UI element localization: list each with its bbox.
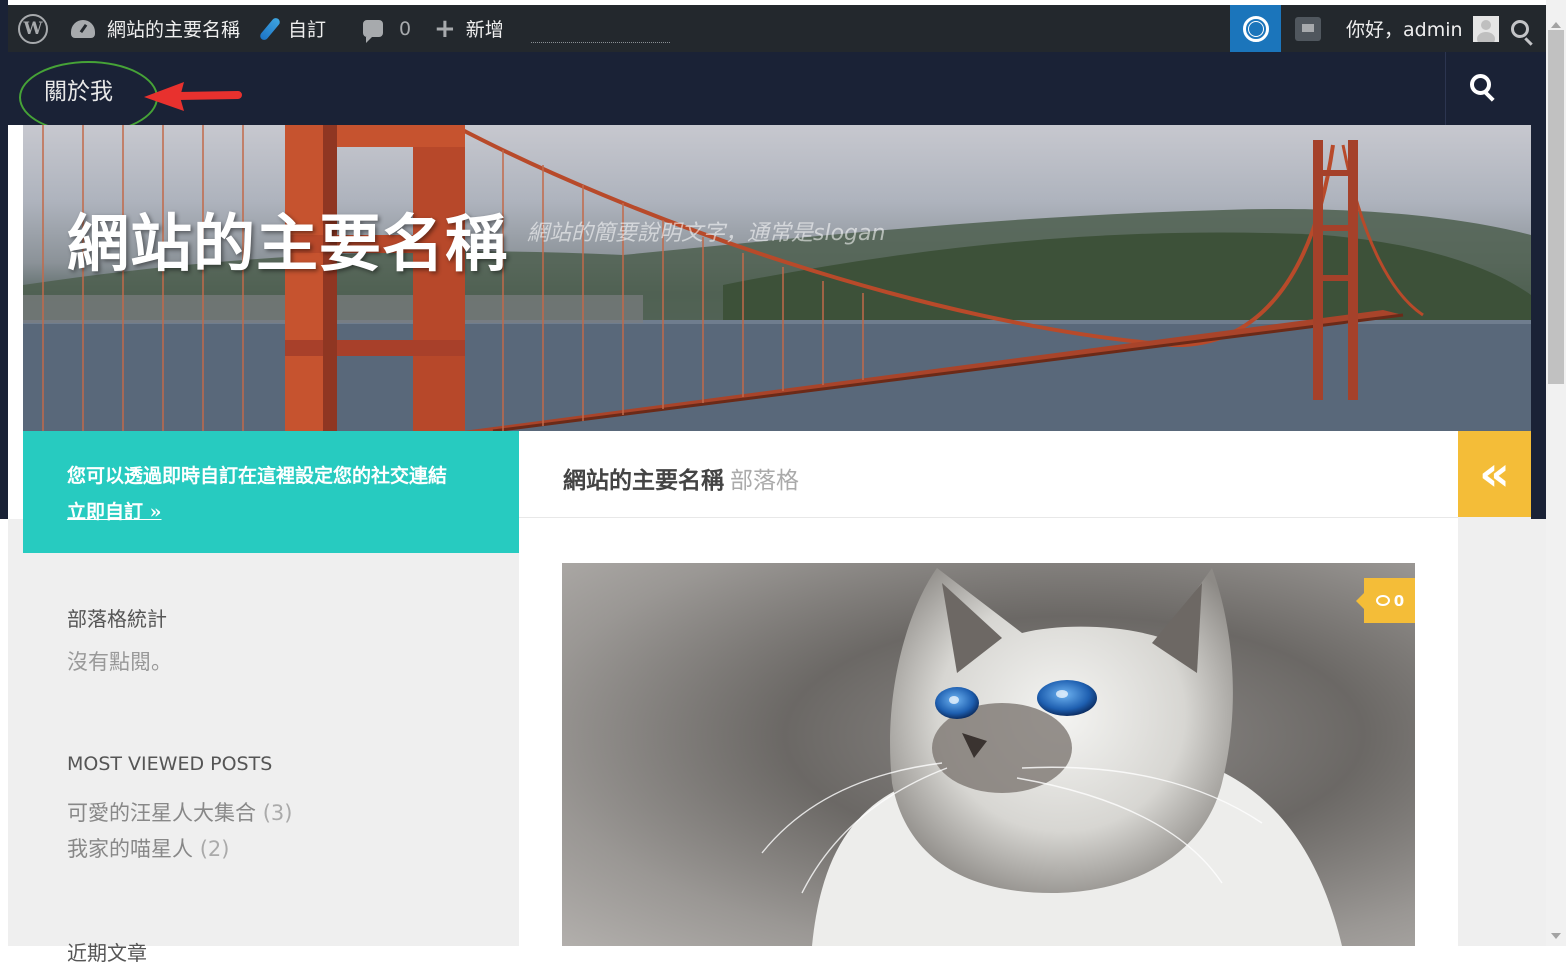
site-name-label: 網站的主要名稱 [107, 19, 241, 41]
admin-bar-dotted-line [531, 42, 670, 43]
annotation-arrow [144, 82, 242, 111]
blog-heading: 網站的主要名稱 部落格 [519, 431, 1458, 518]
nav-search-button[interactable] [1470, 74, 1496, 102]
comments-count: 0 [399, 17, 412, 40]
post-comment-count-value: 0 [1393, 591, 1405, 610]
new-label: 新增 [465, 19, 504, 41]
blog-heading-site: 網站的主要名稱 部落格 [563, 461, 799, 495]
scrollbar-thumb[interactable] [1548, 30, 1564, 384]
new-content-menu[interactable]: + 新增 [434, 5, 504, 52]
popular-post-count: (3) [262, 801, 293, 825]
stats-widget-text: 沒有點閱。 [67, 650, 172, 674]
page-scrollbar[interactable] [1546, 0, 1566, 946]
right-sidebar-collapsed: « [1458, 431, 1531, 946]
avatar [1472, 15, 1499, 42]
cat-photo [761, 568, 1342, 946]
greeting-label: 你好，admin [1346, 19, 1463, 41]
comment-icon [363, 20, 383, 43]
popular-post-item: 我家的喵星人 (2) [67, 833, 229, 863]
sidebar: 部落格統計 沒有點閱。 MOST VIEWED POSTS 可愛的汪星人大集合 … [23, 553, 519, 965]
scroll-down-arrow-icon[interactable] [1551, 933, 1561, 939]
customize-label: 自訂 [288, 19, 327, 41]
site-name-menu[interactable]: 網站的主要名稱 [71, 5, 240, 52]
scroll-up-arrow-icon[interactable] [1551, 22, 1561, 28]
blog-heading-label: 部落格 [730, 468, 799, 494]
admin-bar: W 網站的主要名稱 自訂 0 + 新增 你好，admin [8, 5, 1546, 52]
customize-now-link[interactable]: 立即自訂 » [67, 497, 162, 524]
stats-widget-title: 部落格統計 [67, 607, 167, 631]
popular-post-count: (2) [199, 837, 230, 861]
hero-right-edge [1531, 125, 1546, 519]
nav-divider [1445, 52, 1446, 125]
social-links-notice: 您可以透過即時自訂在這裡設定您的社交連結 立即自訂 » [23, 431, 519, 553]
wordpress-logo-icon: W [18, 13, 48, 44]
hero-banner: 網站的主要名稱 網站的簡要說明文字，通常是slogan [23, 125, 1531, 431]
popular-post-link[interactable]: 我家的喵星人 [67, 837, 193, 861]
main-content: 網站的主要名稱 部落格 0 [519, 431, 1458, 946]
brush-icon [258, 15, 282, 42]
double-chevron-left-icon: « [1478, 446, 1510, 502]
popular-post-item: 可愛的汪星人大集合 (3) [67, 797, 292, 827]
notifications-menu[interactable] [1295, 5, 1321, 52]
plus-icon: + [434, 13, 456, 44]
account-menu[interactable]: 你好，admin [1346, 5, 1499, 52]
help-button[interactable] [1230, 5, 1281, 52]
wordpress-menu[interactable]: W [18, 5, 48, 52]
comments-icon [1375, 595, 1390, 606]
annotation-circle [19, 61, 158, 134]
recent-posts-widget-title: 近期文章 [67, 941, 147, 965]
social-notice-text: 您可以透過即時自訂在這裡設定您的社交連結 [67, 465, 448, 487]
admin-search[interactable] [1511, 5, 1529, 52]
search-icon-handle [1483, 90, 1495, 102]
comments-menu[interactable]: 0 [363, 5, 411, 52]
search-icon [1511, 19, 1529, 38]
post-comment-count[interactable]: 0 [1356, 578, 1415, 623]
dashboard-icon [71, 19, 95, 38]
blog-heading-site-name: 網站的主要名稱 [563, 467, 724, 494]
popular-widget-title: MOST VIEWED POSTS [67, 753, 273, 775]
lifebuoy-icon [1242, 15, 1269, 42]
left-gutter [0, 0, 8, 519]
site-title[interactable]: 網站的主要名稱 [67, 193, 508, 283]
popular-post-link[interactable]: 可愛的汪星人大集合 [67, 801, 256, 825]
expand-sidebar-button[interactable]: « [1458, 431, 1531, 517]
notice-icon [1295, 16, 1321, 41]
customize-menu[interactable]: 自訂 [258, 5, 327, 52]
site-tagline: 網站的簡要說明文字，通常是slogan [527, 221, 886, 246]
post-featured-image[interactable]: 0 [562, 563, 1415, 946]
